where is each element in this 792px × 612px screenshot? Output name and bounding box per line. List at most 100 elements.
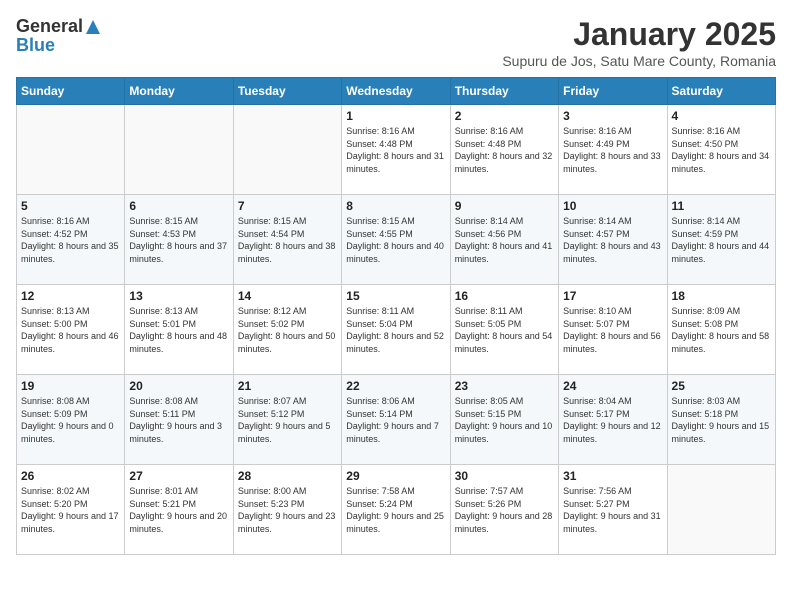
week-row-3: 12 Sunrise: 8:13 AM Sunset: 5:00 PM Dayli… (17, 285, 776, 375)
day-cell: 2 Sunrise: 8:16 AM Sunset: 4:48 PM Daylig… (450, 105, 558, 195)
day-number: 7 (238, 199, 337, 213)
day-number: 6 (129, 199, 228, 213)
day-number: 4 (672, 109, 771, 123)
day-cell: 8 Sunrise: 8:15 AM Sunset: 4:55 PM Daylig… (342, 195, 450, 285)
day-cell: 24 Sunrise: 8:04 AM Sunset: 5:17 PM Dayli… (559, 375, 667, 465)
day-cell: 7 Sunrise: 8:15 AM Sunset: 4:54 PM Daylig… (233, 195, 341, 285)
week-row-2: 5 Sunrise: 8:16 AM Sunset: 4:52 PM Daylig… (17, 195, 776, 285)
location-title: Supuru de Jos, Satu Mare County, Romania (502, 53, 776, 69)
logo-blue-text: Blue (16, 35, 55, 56)
day-number: 19 (21, 379, 120, 393)
day-info: Sunrise: 8:00 AM Sunset: 5:23 PM Dayligh… (238, 485, 337, 535)
page-header: General Blue January 2025 Supuru de Jos,… (16, 16, 776, 69)
day-info: Sunrise: 8:06 AM Sunset: 5:14 PM Dayligh… (346, 395, 445, 445)
day-cell: 21Sunrise: 8:07 AM Sunset: 5:12 PM Dayli… (233, 375, 341, 465)
day-number: 15 (346, 289, 445, 303)
day-info: Sunrise: 8:08 AM Sunset: 5:09 PM Dayligh… (21, 395, 120, 445)
day-info: Sunrise: 8:15 AM Sunset: 4:54 PM Dayligh… (238, 215, 337, 265)
day-info: Sunrise: 8:16 AM Sunset: 4:52 PM Dayligh… (21, 215, 120, 265)
day-number: 9 (455, 199, 554, 213)
day-info: Sunrise: 8:14 AM Sunset: 4:59 PM Dayligh… (672, 215, 771, 265)
day-info: Sunrise: 7:58 AM Sunset: 5:24 PM Dayligh… (346, 485, 445, 535)
day-number: 30 (455, 469, 554, 483)
day-info: Sunrise: 8:01 AM Sunset: 5:21 PM Dayligh… (129, 485, 228, 535)
day-cell (667, 465, 775, 555)
day-info: Sunrise: 8:16 AM Sunset: 4:50 PM Dayligh… (672, 125, 771, 175)
day-cell: 1 Sunrise: 8:16 AM Sunset: 4:48 PM Daylig… (342, 105, 450, 195)
day-cell: 28 Sunrise: 8:00 AM Sunset: 5:23 PM Dayli… (233, 465, 341, 555)
weekday-header-tuesday: Tuesday (233, 78, 341, 105)
weekday-header-friday: Friday (559, 78, 667, 105)
day-cell: 12 Sunrise: 8:13 AM Sunset: 5:00 PM Dayli… (17, 285, 125, 375)
day-info: Sunrise: 8:11 AM Sunset: 5:04 PM Dayligh… (346, 305, 445, 355)
day-info: Sunrise: 8:12 AM Sunset: 5:02 PM Dayligh… (238, 305, 337, 355)
day-info: Sunrise: 8:02 AM Sunset: 5:20 PM Dayligh… (21, 485, 120, 535)
day-info: Sunrise: 8:04 AM Sunset: 5:17 PM Dayligh… (563, 395, 662, 445)
day-info: Sunrise: 8:13 AM Sunset: 5:00 PM Dayligh… (21, 305, 120, 355)
day-info: Sunrise: 7:57 AM Sunset: 5:26 PM Dayligh… (455, 485, 554, 535)
day-cell: 6 Sunrise: 8:15 AM Sunset: 4:53 PM Daylig… (125, 195, 233, 285)
day-cell: 13Sunrise: 8:13 AM Sunset: 5:01 PM Dayli… (125, 285, 233, 375)
logo-icon (84, 18, 102, 36)
month-title: January 2025 (502, 16, 776, 53)
day-number: 11 (672, 199, 771, 213)
day-cell: 9Sunrise: 8:14 AM Sunset: 4:56 PM Daylig… (450, 195, 558, 285)
day-cell: 27Sunrise: 8:01 AM Sunset: 5:21 PM Dayli… (125, 465, 233, 555)
day-cell: 19 Sunrise: 8:08 AM Sunset: 5:09 PM Dayli… (17, 375, 125, 465)
day-cell (17, 105, 125, 195)
calendar-body: 1 Sunrise: 8:16 AM Sunset: 4:48 PM Daylig… (17, 105, 776, 555)
day-cell: 31 Sunrise: 7:56 AM Sunset: 5:27 PM Dayli… (559, 465, 667, 555)
day-cell: 10 Sunrise: 8:14 AM Sunset: 4:57 PM Dayli… (559, 195, 667, 285)
day-number: 1 (346, 109, 445, 123)
day-info: Sunrise: 8:16 AM Sunset: 4:48 PM Dayligh… (346, 125, 445, 175)
weekday-header-saturday: Saturday (667, 78, 775, 105)
day-number: 12 (21, 289, 120, 303)
calendar-header: SundayMondayTuesdayWednesdayThursdayFrid… (17, 78, 776, 105)
logo-general-text: General (16, 16, 83, 37)
day-info: Sunrise: 8:14 AM Sunset: 4:57 PM Dayligh… (563, 215, 662, 265)
calendar-table: SundayMondayTuesdayWednesdayThursdayFrid… (16, 77, 776, 555)
day-number: 18 (672, 289, 771, 303)
day-cell: 16Sunrise: 8:11 AM Sunset: 5:05 PM Dayli… (450, 285, 558, 375)
day-number: 10 (563, 199, 662, 213)
day-cell: 20Sunrise: 8:08 AM Sunset: 5:11 PM Dayli… (125, 375, 233, 465)
day-info: Sunrise: 8:16 AM Sunset: 4:49 PM Dayligh… (563, 125, 662, 175)
weekday-header-wednesday: Wednesday (342, 78, 450, 105)
week-row-5: 26 Sunrise: 8:02 AM Sunset: 5:20 PM Dayli… (17, 465, 776, 555)
day-info: Sunrise: 8:05 AM Sunset: 5:15 PM Dayligh… (455, 395, 554, 445)
day-cell: 23 Sunrise: 8:05 AM Sunset: 5:15 PM Dayli… (450, 375, 558, 465)
day-info: Sunrise: 8:13 AM Sunset: 5:01 PM Dayligh… (129, 305, 228, 355)
day-number: 31 (563, 469, 662, 483)
day-cell: 29Sunrise: 7:58 AM Sunset: 5:24 PM Dayli… (342, 465, 450, 555)
day-number: 8 (346, 199, 445, 213)
day-number: 22 (346, 379, 445, 393)
day-number: 16 (455, 289, 554, 303)
day-cell: 30 Sunrise: 7:57 AM Sunset: 5:26 PM Dayli… (450, 465, 558, 555)
day-cell: 3Sunrise: 8:16 AM Sunset: 4:49 PM Daylig… (559, 105, 667, 195)
weekday-header-thursday: Thursday (450, 78, 558, 105)
day-number: 28 (238, 469, 337, 483)
day-cell: 18 Sunrise: 8:09 AM Sunset: 5:08 PM Dayli… (667, 285, 775, 375)
day-info: Sunrise: 8:09 AM Sunset: 5:08 PM Dayligh… (672, 305, 771, 355)
day-info: Sunrise: 8:16 AM Sunset: 4:48 PM Dayligh… (455, 125, 554, 175)
day-number: 2 (455, 109, 554, 123)
day-cell: 25 Sunrise: 8:03 AM Sunset: 5:18 PM Dayli… (667, 375, 775, 465)
day-cell: 11 Sunrise: 8:14 AM Sunset: 4:59 PM Dayli… (667, 195, 775, 285)
day-number: 26 (21, 469, 120, 483)
day-info: Sunrise: 8:10 AM Sunset: 5:07 PM Dayligh… (563, 305, 662, 355)
day-info: Sunrise: 8:15 AM Sunset: 4:53 PM Dayligh… (129, 215, 228, 265)
day-cell: 15 Sunrise: 8:11 AM Sunset: 5:04 PM Dayli… (342, 285, 450, 375)
day-info: Sunrise: 8:03 AM Sunset: 5:18 PM Dayligh… (672, 395, 771, 445)
day-number: 23 (455, 379, 554, 393)
day-number: 24 (563, 379, 662, 393)
day-number: 17 (563, 289, 662, 303)
day-info: Sunrise: 8:07 AM Sunset: 5:12 PM Dayligh… (238, 395, 337, 445)
day-number: 25 (672, 379, 771, 393)
week-row-1: 1 Sunrise: 8:16 AM Sunset: 4:48 PM Daylig… (17, 105, 776, 195)
day-number: 5 (21, 199, 120, 213)
day-number: 14 (238, 289, 337, 303)
title-block: January 2025 Supuru de Jos, Satu Mare Co… (502, 16, 776, 69)
day-info: Sunrise: 8:15 AM Sunset: 4:55 PM Dayligh… (346, 215, 445, 265)
day-info: Sunrise: 7:56 AM Sunset: 5:27 PM Dayligh… (563, 485, 662, 535)
day-cell: 17 Sunrise: 8:10 AM Sunset: 5:07 PM Dayli… (559, 285, 667, 375)
